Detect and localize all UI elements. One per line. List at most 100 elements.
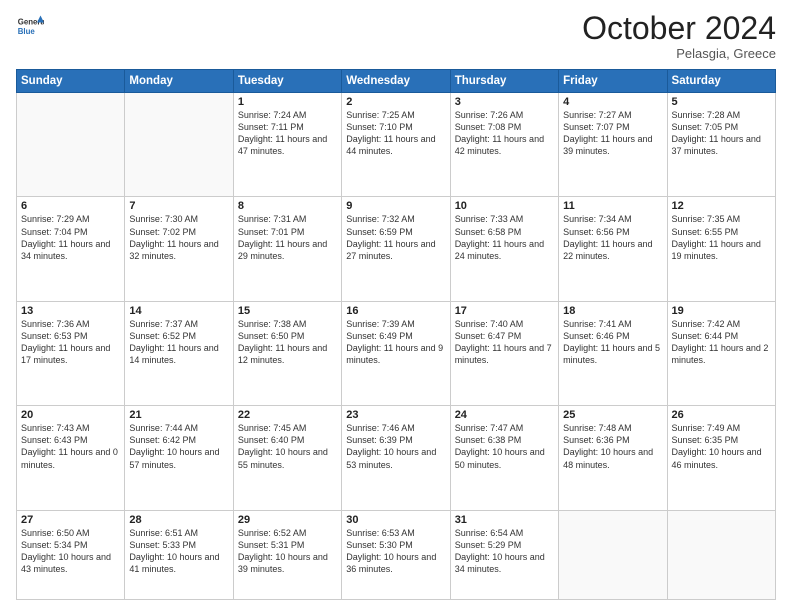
day-number: 31	[455, 514, 554, 526]
day-number: 12	[672, 200, 771, 212]
weekday-header-wednesday: Wednesday	[342, 70, 450, 93]
calendar-cell	[17, 93, 125, 197]
location: Pelasgia, Greece	[582, 46, 776, 61]
day-number: 26	[672, 409, 771, 421]
calendar-cell: 20Sunrise: 7:43 AM Sunset: 6:43 PM Dayli…	[17, 406, 125, 510]
calendar-cell: 22Sunrise: 7:45 AM Sunset: 6:40 PM Dayli…	[233, 406, 341, 510]
weekday-header-saturday: Saturday	[667, 70, 775, 93]
day-info: Sunrise: 7:46 AM Sunset: 6:39 PM Dayligh…	[346, 422, 445, 471]
calendar-cell: 25Sunrise: 7:48 AM Sunset: 6:36 PM Dayli…	[559, 406, 667, 510]
day-info: Sunrise: 7:27 AM Sunset: 7:07 PM Dayligh…	[563, 109, 662, 158]
day-info: Sunrise: 7:38 AM Sunset: 6:50 PM Dayligh…	[238, 318, 337, 367]
header: General Blue October 2024 Pelasgia, Gree…	[16, 12, 776, 61]
day-number: 7	[129, 200, 228, 212]
calendar-cell: 28Sunrise: 6:51 AM Sunset: 5:33 PM Dayli…	[125, 510, 233, 600]
day-number: 1	[238, 96, 337, 108]
day-number: 16	[346, 305, 445, 317]
day-number: 28	[129, 514, 228, 526]
day-info: Sunrise: 7:32 AM Sunset: 6:59 PM Dayligh…	[346, 213, 445, 262]
day-number: 2	[346, 96, 445, 108]
weekday-header-tuesday: Tuesday	[233, 70, 341, 93]
day-info: Sunrise: 7:26 AM Sunset: 7:08 PM Dayligh…	[455, 109, 554, 158]
calendar-cell	[125, 93, 233, 197]
calendar-cell: 17Sunrise: 7:40 AM Sunset: 6:47 PM Dayli…	[450, 301, 558, 405]
day-info: Sunrise: 7:29 AM Sunset: 7:04 PM Dayligh…	[21, 213, 120, 262]
calendar-cell: 2Sunrise: 7:25 AM Sunset: 7:10 PM Daylig…	[342, 93, 450, 197]
day-info: Sunrise: 7:28 AM Sunset: 7:05 PM Dayligh…	[672, 109, 771, 158]
calendar-cell: 26Sunrise: 7:49 AM Sunset: 6:35 PM Dayli…	[667, 406, 775, 510]
calendar-cell: 7Sunrise: 7:30 AM Sunset: 7:02 PM Daylig…	[125, 197, 233, 301]
day-info: Sunrise: 7:24 AM Sunset: 7:11 PM Dayligh…	[238, 109, 337, 158]
calendar-week-row: 6Sunrise: 7:29 AM Sunset: 7:04 PM Daylig…	[17, 197, 776, 301]
calendar-week-row: 20Sunrise: 7:43 AM Sunset: 6:43 PM Dayli…	[17, 406, 776, 510]
logo: General Blue	[16, 12, 44, 40]
title-block: October 2024 Pelasgia, Greece	[582, 12, 776, 61]
day-number: 20	[21, 409, 120, 421]
day-number: 21	[129, 409, 228, 421]
day-info: Sunrise: 7:44 AM Sunset: 6:42 PM Dayligh…	[129, 422, 228, 471]
day-info: Sunrise: 7:31 AM Sunset: 7:01 PM Dayligh…	[238, 213, 337, 262]
day-number: 17	[455, 305, 554, 317]
calendar-cell: 14Sunrise: 7:37 AM Sunset: 6:52 PM Dayli…	[125, 301, 233, 405]
day-info: Sunrise: 7:33 AM Sunset: 6:58 PM Dayligh…	[455, 213, 554, 262]
day-info: Sunrise: 6:51 AM Sunset: 5:33 PM Dayligh…	[129, 527, 228, 576]
day-number: 3	[455, 96, 554, 108]
calendar-cell: 23Sunrise: 7:46 AM Sunset: 6:39 PM Dayli…	[342, 406, 450, 510]
day-number: 9	[346, 200, 445, 212]
day-number: 6	[21, 200, 120, 212]
calendar-cell: 13Sunrise: 7:36 AM Sunset: 6:53 PM Dayli…	[17, 301, 125, 405]
calendar-cell: 3Sunrise: 7:26 AM Sunset: 7:08 PM Daylig…	[450, 93, 558, 197]
day-info: Sunrise: 6:50 AM Sunset: 5:34 PM Dayligh…	[21, 527, 120, 576]
calendar-cell	[559, 510, 667, 600]
generalblue-logo-icon: General Blue	[16, 12, 44, 40]
calendar-cell: 18Sunrise: 7:41 AM Sunset: 6:46 PM Dayli…	[559, 301, 667, 405]
calendar-cell: 16Sunrise: 7:39 AM Sunset: 6:49 PM Dayli…	[342, 301, 450, 405]
day-number: 23	[346, 409, 445, 421]
day-number: 8	[238, 200, 337, 212]
day-number: 15	[238, 305, 337, 317]
month-title: October 2024	[582, 12, 776, 44]
day-info: Sunrise: 6:53 AM Sunset: 5:30 PM Dayligh…	[346, 527, 445, 576]
day-info: Sunrise: 6:52 AM Sunset: 5:31 PM Dayligh…	[238, 527, 337, 576]
day-number: 13	[21, 305, 120, 317]
calendar-week-row: 13Sunrise: 7:36 AM Sunset: 6:53 PM Dayli…	[17, 301, 776, 405]
day-info: Sunrise: 7:36 AM Sunset: 6:53 PM Dayligh…	[21, 318, 120, 367]
day-number: 29	[238, 514, 337, 526]
day-number: 30	[346, 514, 445, 526]
day-info: Sunrise: 7:48 AM Sunset: 6:36 PM Dayligh…	[563, 422, 662, 471]
calendar-cell	[667, 510, 775, 600]
calendar-table: SundayMondayTuesdayWednesdayThursdayFrid…	[16, 69, 776, 600]
calendar-cell: 21Sunrise: 7:44 AM Sunset: 6:42 PM Dayli…	[125, 406, 233, 510]
day-info: Sunrise: 7:35 AM Sunset: 6:55 PM Dayligh…	[672, 213, 771, 262]
calendar-cell: 30Sunrise: 6:53 AM Sunset: 5:30 PM Dayli…	[342, 510, 450, 600]
weekday-header-friday: Friday	[559, 70, 667, 93]
calendar-cell: 5Sunrise: 7:28 AM Sunset: 7:05 PM Daylig…	[667, 93, 775, 197]
day-number: 14	[129, 305, 228, 317]
weekday-header-thursday: Thursday	[450, 70, 558, 93]
calendar-week-row: 1Sunrise: 7:24 AM Sunset: 7:11 PM Daylig…	[17, 93, 776, 197]
calendar-week-row: 27Sunrise: 6:50 AM Sunset: 5:34 PM Dayli…	[17, 510, 776, 600]
day-number: 22	[238, 409, 337, 421]
calendar-cell: 6Sunrise: 7:29 AM Sunset: 7:04 PM Daylig…	[17, 197, 125, 301]
calendar-cell: 8Sunrise: 7:31 AM Sunset: 7:01 PM Daylig…	[233, 197, 341, 301]
day-info: Sunrise: 7:34 AM Sunset: 6:56 PM Dayligh…	[563, 213, 662, 262]
day-number: 25	[563, 409, 662, 421]
day-number: 4	[563, 96, 662, 108]
day-number: 24	[455, 409, 554, 421]
calendar-cell: 10Sunrise: 7:33 AM Sunset: 6:58 PM Dayli…	[450, 197, 558, 301]
calendar-cell: 1Sunrise: 7:24 AM Sunset: 7:11 PM Daylig…	[233, 93, 341, 197]
day-info: Sunrise: 7:25 AM Sunset: 7:10 PM Dayligh…	[346, 109, 445, 158]
day-number: 19	[672, 305, 771, 317]
day-info: Sunrise: 7:45 AM Sunset: 6:40 PM Dayligh…	[238, 422, 337, 471]
day-info: Sunrise: 7:40 AM Sunset: 6:47 PM Dayligh…	[455, 318, 554, 367]
day-number: 10	[455, 200, 554, 212]
calendar-cell: 9Sunrise: 7:32 AM Sunset: 6:59 PM Daylig…	[342, 197, 450, 301]
weekday-header-sunday: Sunday	[17, 70, 125, 93]
calendar-cell: 4Sunrise: 7:27 AM Sunset: 7:07 PM Daylig…	[559, 93, 667, 197]
day-info: Sunrise: 7:49 AM Sunset: 6:35 PM Dayligh…	[672, 422, 771, 471]
day-info: Sunrise: 7:30 AM Sunset: 7:02 PM Dayligh…	[129, 213, 228, 262]
calendar-cell: 12Sunrise: 7:35 AM Sunset: 6:55 PM Dayli…	[667, 197, 775, 301]
calendar-cell: 31Sunrise: 6:54 AM Sunset: 5:29 PM Dayli…	[450, 510, 558, 600]
day-number: 11	[563, 200, 662, 212]
day-info: Sunrise: 7:37 AM Sunset: 6:52 PM Dayligh…	[129, 318, 228, 367]
